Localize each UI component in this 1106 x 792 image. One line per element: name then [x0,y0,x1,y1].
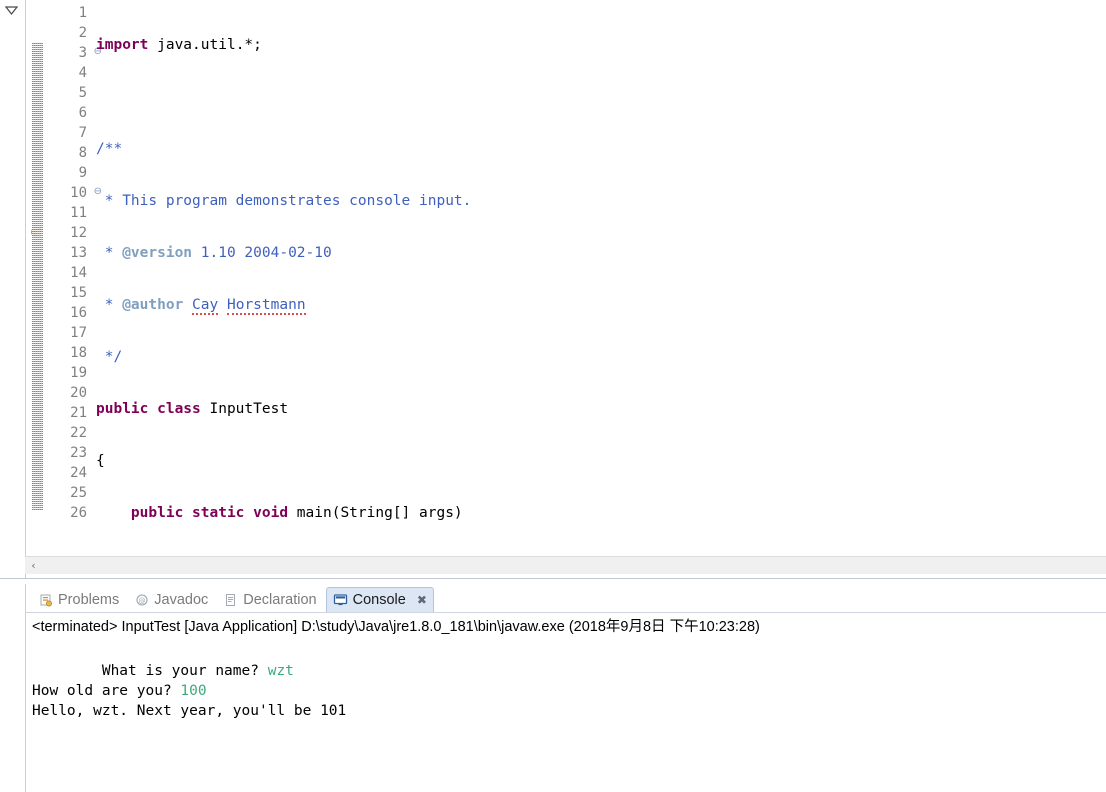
line-number: 3 ⊖ [78,45,102,61]
line-number: 2 [48,23,90,43]
line-number: 15 [48,283,90,303]
console-result-line: Hello, wzt. Next year, you'll be 101 [32,703,347,719]
problems-icon [38,593,53,608]
line-number: 18 [48,343,90,363]
line-number: 13 [48,243,90,263]
tab-label: Javadoc [154,592,209,608]
console-text: What is your name? wzt How old are you? … [30,637,1106,741]
console-prompt-1: What is your name? [101,663,268,679]
line-number: 25 [48,483,90,503]
eclipse-ide-window: 1 2 3 ⊖ 4 5 6 7 8 9 10 ⊖ 11 12 13 14 15 16… [0,0,1106,792]
line-number: 23 [48,443,90,463]
line-number: 22 [48,423,90,443]
tab-label: Declaration [243,592,317,608]
view-menu-button[interactable] [2,2,20,18]
line-number: 16 [48,303,90,323]
line-number: 4 [48,63,90,83]
line-number-ruler: 1 2 3 ⊖ 4 5 6 7 8 9 10 ⊖ 11 12 13 14 15 16… [48,0,102,578]
tab-declaration[interactable]: Declaration [217,588,325,612]
console-launch-status: <terminated> InputTest [Java Application… [32,619,760,635]
line-number: 12 [48,223,90,243]
code-line-9: { [96,453,105,469]
tab-label: Problems [58,592,120,608]
editor-horizontal-scrollbar[interactable]: ‹ [25,556,1106,574]
declaration-icon [223,593,238,608]
tab-javadoc[interactable]: @ Javadoc [128,588,217,612]
line-number: 8 [48,143,90,163]
code-line-3: /** [96,141,123,157]
chevron-down-icon [4,5,18,15]
javadoc-icon: @ [134,593,149,608]
view-tab-bar: Problems @ Javadoc Declaration Console ✖ [26,584,1106,613]
code-line-6: * @author Cay Horstmann [96,297,306,315]
svg-text:@: @ [138,597,145,605]
line-number: 14 [48,263,90,283]
scroll-left-arrow-icon[interactable]: ‹ [25,557,42,574]
line-number: 5 [48,83,90,103]
line-number: 10 ⊖ [70,185,102,201]
tab-label: Console [352,592,406,608]
line-number: 1 [48,3,90,23]
console-user-input-2: 100 [180,683,207,699]
line-number: 7 [48,123,90,143]
line-number: 24 [48,463,90,483]
console-output-area[interactable]: <terminated> InputTest [Java Application… [26,613,1106,791]
line-number: 21 [48,403,90,423]
line-number: 11 [48,203,90,223]
bottom-view-panel: Problems @ Javadoc Declaration Console ✖… [25,584,1106,792]
tab-problems[interactable]: Problems [32,588,128,612]
line-number: 9 [48,163,90,183]
console-icon [333,593,348,608]
changed-lines-indicator [32,42,43,510]
code-line-4: * This program demonstrates console inpu… [96,193,472,209]
tab-console[interactable]: Console ✖ [325,587,434,612]
line-number: 6 [48,103,90,123]
code-line-8: public class InputTest [96,401,289,417]
line-number: 20 [48,383,90,403]
console-user-input-1: wzt [267,663,294,679]
line-number: 19 [48,363,90,383]
line-number: 26 [48,503,90,523]
code-line-7: */ [96,349,123,365]
line-number: 17 [48,323,90,343]
scrollbar-track[interactable] [42,557,1106,574]
code-line-1: import java.util.*; [96,37,262,53]
code-editor[interactable]: 1 2 3 ⊖ 4 5 6 7 8 9 10 ⊖ 11 12 13 14 15 16… [25,0,1106,578]
source-code-text[interactable]: import java.util.*; /** * This program d… [96,0,1106,578]
close-icon[interactable]: ✖ [417,594,427,606]
console-prompt-2: How old are you? [32,683,181,699]
code-line-10: public static void main(String[] args) [130,505,463,521]
code-line-5: * @version 1.10 2004-02-10 [96,245,332,261]
